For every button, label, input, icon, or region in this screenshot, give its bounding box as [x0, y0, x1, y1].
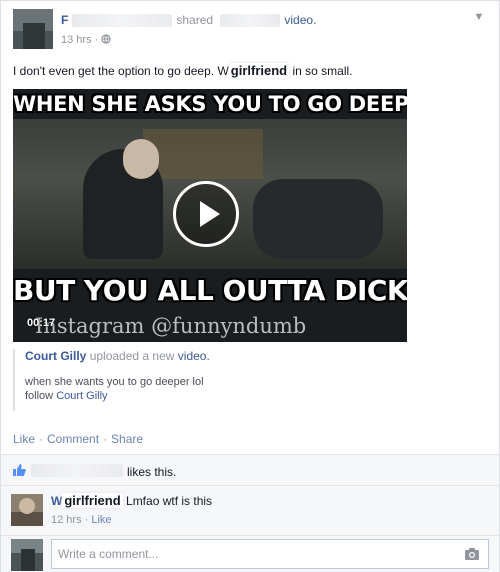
- redacted-likers[interactable]: [31, 464, 123, 477]
- meme-bottom-caption: BUT YOU ALL OUTTA DICK: [13, 274, 407, 307]
- comment-box[interactable]: [51, 539, 489, 569]
- commenter-name[interactable]: W: [51, 494, 62, 508]
- separator: ·: [39, 432, 44, 446]
- redacted-name: [72, 14, 173, 28]
- comment-link[interactable]: Comment: [47, 432, 99, 446]
- author-avatar[interactable]: [13, 9, 53, 49]
- uploaded-text: uploaded a new: [89, 349, 175, 363]
- attribution-author[interactable]: Court Gilly: [25, 349, 86, 363]
- redacted-owner: [220, 14, 281, 28]
- shared-text: shared: [176, 13, 214, 27]
- comment-like-link[interactable]: Like: [91, 514, 111, 526]
- post-meta: 13 hrs ·: [61, 34, 111, 46]
- play-icon: [200, 201, 220, 227]
- like-link[interactable]: Like: [13, 432, 35, 446]
- follow-text: follow: [25, 390, 54, 402]
- play-button[interactable]: [173, 181, 239, 247]
- post-actions: Like · Comment · Share: [13, 432, 143, 446]
- share-link[interactable]: Share: [111, 432, 143, 446]
- camera-icon[interactable]: [464, 547, 480, 561]
- likes-text: likes this.: [127, 465, 177, 479]
- globe-icon: [101, 34, 111, 44]
- comment-body: Wgirlfriend Lmfao wtf is this: [51, 493, 212, 508]
- post-timestamp[interactable]: 13 hrs: [61, 34, 92, 46]
- thumbs-up-icon: [13, 464, 26, 476]
- comment-item: Wgirlfriend Lmfao wtf is this 12 hrs · L…: [1, 485, 499, 535]
- video-duration: 00:17: [27, 317, 56, 329]
- separator: ·: [103, 432, 108, 446]
- feed-post: Fshared video. 13 hrs · ▼ I don't even g…: [0, 0, 500, 572]
- comment-input[interactable]: [58, 547, 448, 561]
- attribution-caption: when she wants you to go deeper lol foll…: [25, 375, 407, 403]
- comment-meta: 12 hrs · Like: [51, 514, 112, 526]
- video-watermark: Instagram @funnyndumb: [35, 314, 307, 338]
- follow-link[interactable]: Court Gilly: [56, 390, 107, 402]
- attribution-video-link[interactable]: video.: [178, 349, 210, 363]
- chevron-down-icon[interactable]: ▼: [471, 9, 487, 25]
- status-suffix: in so small.: [292, 64, 353, 78]
- likes-summary: likes this.: [1, 454, 499, 485]
- girlfriend-tag: girlfriend: [228, 63, 290, 78]
- comment-text: Lmfao wtf is this: [126, 494, 213, 508]
- viewer-avatar: [11, 539, 43, 571]
- post-headline: Fshared video.: [61, 13, 316, 28]
- caption-line: when she wants you to go deeper lol: [25, 376, 204, 388]
- author-name[interactable]: F: [61, 13, 68, 27]
- attribution-line: Court Gilly uploaded a new video.: [25, 349, 407, 363]
- status-text: I don't even get the option to go deep. …: [13, 63, 353, 78]
- video-player[interactable]: WHEN SHE ASKS YOU TO GO DEEPER BUT YOU A…: [13, 89, 407, 342]
- status-prefix: I don't even get the option to go deep. …: [13, 64, 229, 78]
- video-attribution: Court Gilly uploaded a new video. when s…: [13, 349, 407, 411]
- comment-composer: [1, 535, 499, 572]
- post-header: Fshared video. 13 hrs · ▼: [13, 9, 487, 51]
- meme-top-caption: WHEN SHE ASKS YOU TO GO DEEPER: [13, 92, 407, 116]
- comment-time[interactable]: 12 hrs: [51, 514, 82, 526]
- caption-follow: follow Court Gilly: [25, 389, 407, 403]
- commenter-tag: girlfriend: [62, 493, 123, 508]
- commenter-avatar[interactable]: [11, 494, 43, 526]
- video-link[interactable]: video.: [284, 13, 316, 27]
